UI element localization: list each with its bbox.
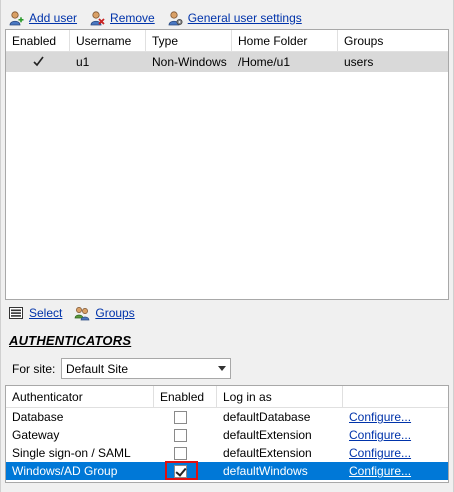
table-row-selected[interactable]: Windows/AD Group defaultWindows Configur… <box>6 462 448 480</box>
configure-cell: Configure... <box>343 444 448 462</box>
log-in-as-cell: defaultDatabase <box>223 410 311 424</box>
authenticator-name: Gateway <box>12 428 60 442</box>
remove-user-icon <box>90 11 105 26</box>
column-header-enabled[interactable]: Enabled <box>6 30 70 52</box>
enabled-cell <box>154 408 217 426</box>
add-user-button[interactable]: Add user <box>8 10 77 26</box>
select-label: Select <box>29 306 63 320</box>
groups-cell: users <box>344 55 374 69</box>
enabled-checkbox[interactable] <box>174 447 187 460</box>
log-in-as-cell: defaultExtension <box>223 446 312 460</box>
configure-link[interactable]: Configure... <box>349 464 411 478</box>
enabled-checkmark-icon[interactable] <box>32 55 45 68</box>
enabled-cell <box>6 52 70 72</box>
username-cell: u1 <box>76 55 90 69</box>
user-settings-icon <box>168 11 183 26</box>
home-folder-cell: /Home/u1 <box>238 55 291 69</box>
user-toolbar: Add user Remove General user settings <box>8 8 314 28</box>
configure-cell: Configure... <box>343 408 448 426</box>
configure-link[interactable]: Configure... <box>349 446 411 460</box>
groups-label: Groups <box>95 306 135 320</box>
add-user-icon <box>9 11 24 26</box>
authenticator-name: Database <box>12 410 64 424</box>
column-header-authenticator[interactable]: Authenticator <box>6 386 154 408</box>
column-header-type[interactable]: Type <box>146 30 232 52</box>
column-header-home-folder[interactable]: Home Folder <box>232 30 338 52</box>
table-row[interactable]: Database defaultDatabase Configure... <box>6 408 448 426</box>
general-user-settings-button[interactable]: General user settings <box>167 10 302 26</box>
enabled-cell <box>154 426 217 444</box>
configure-cell: Configure... <box>343 462 448 480</box>
users-table-header: Enabled Username Type Home Folder Groups <box>6 30 448 52</box>
enabled-checkbox[interactable] <box>174 411 187 424</box>
chevron-down-icon <box>218 366 226 371</box>
authenticator-name: Windows/AD Group <box>12 464 118 478</box>
table-row[interactable]: Gateway defaultExtension Configure... <box>6 426 448 444</box>
log-in-as-cell: defaultExtension <box>223 428 312 442</box>
type-cell: Non-Windows <box>152 55 227 69</box>
authenticators-table-header: Authenticator Enabled Log in as <box>6 386 448 408</box>
table-row[interactable]: u1 Non-Windows /Home/u1 users <box>6 52 448 72</box>
select-button[interactable]: Select <box>8 305 62 321</box>
users-table[interactable]: Enabled Username Type Home Folder Groups… <box>5 29 449 300</box>
enabled-cell <box>154 462 217 480</box>
site-label: For site: <box>12 362 56 376</box>
authenticators-heading: AUTHENTICATORS <box>9 333 132 348</box>
authenticator-name: Single sign-on / SAML <box>12 446 131 460</box>
authenticators-table[interactable]: Authenticator Enabled Log in as Database… <box>5 385 449 483</box>
remove-button[interactable]: Remove <box>89 10 155 26</box>
table-row[interactable]: Single sign-on / SAML defaultExtension C… <box>6 444 448 462</box>
site-dropdown[interactable]: Default Site <box>61 358 231 379</box>
general-user-settings-label: General user settings <box>187 11 302 25</box>
select-list-icon <box>9 307 23 319</box>
log-in-as-cell: defaultWindows <box>223 464 308 478</box>
column-header-log-in-as[interactable]: Log in as <box>217 386 343 408</box>
column-header-actions <box>343 386 448 408</box>
column-header-groups[interactable]: Groups <box>338 30 448 52</box>
column-header-enabled[interactable]: Enabled <box>154 386 217 408</box>
enabled-checkbox[interactable] <box>174 429 187 442</box>
configure-link[interactable]: Configure... <box>349 410 411 424</box>
column-header-username[interactable]: Username <box>70 30 146 52</box>
enabled-cell <box>154 444 217 462</box>
groups-icon <box>75 307 90 321</box>
enabled-checkbox[interactable] <box>174 465 187 478</box>
groups-button[interactable]: Groups <box>74 305 135 321</box>
configure-cell: Configure... <box>343 426 448 444</box>
configure-link[interactable]: Configure... <box>349 428 411 442</box>
remove-label: Remove <box>110 11 155 25</box>
site-dropdown-value: Default Site <box>66 362 129 376</box>
add-user-label: Add user <box>29 11 78 25</box>
user-table-actions: Select Groups <box>8 305 147 321</box>
